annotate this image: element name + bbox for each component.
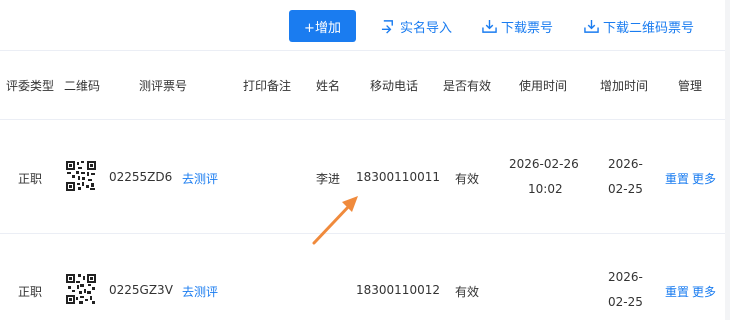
annotation-arrow-icon xyxy=(312,196,358,245)
header-judge-type: 评委类型 xyxy=(6,79,55,93)
real-name-import-button[interactable]: 实名导入 xyxy=(381,15,452,37)
ticket-number-cell: 0225GZ3V xyxy=(109,283,173,297)
judge-type-cell: 正职 xyxy=(18,172,43,186)
add-time-year: 2026- xyxy=(608,157,643,171)
header-print-remark: 打印备注 xyxy=(243,79,292,93)
header-use-time: 使用时间 xyxy=(519,79,568,93)
name-cell: 李进 xyxy=(316,172,341,186)
row-divider xyxy=(0,233,730,234)
go-evaluate-link[interactable]: 去测评 xyxy=(182,170,218,187)
more-link[interactable]: 更多 xyxy=(692,170,716,187)
download-qr-ticket-label: 下载二维码票号 xyxy=(603,20,695,36)
add-time-date: 02-25 xyxy=(608,182,643,196)
add-button[interactable]: +增加 xyxy=(289,10,356,42)
download-qr-ticket-button[interactable]: 下载二维码票号 xyxy=(584,15,694,37)
add-time-date: 02-25 xyxy=(608,295,643,309)
header-valid: 是否有效 xyxy=(443,79,492,93)
download-ticket-label: 下载票号 xyxy=(501,20,554,36)
header-divider xyxy=(0,119,730,120)
reset-link[interactable]: 重置 xyxy=(665,283,689,300)
download-icon xyxy=(482,19,497,33)
qr-code-icon[interactable] xyxy=(66,274,96,304)
mobile-cell: 18300110011 xyxy=(356,170,440,184)
valid-cell: 有效 xyxy=(455,285,480,299)
header-name: 姓名 xyxy=(316,79,341,93)
use-time-clock: 10:02 xyxy=(528,182,563,196)
reset-link[interactable]: 重置 xyxy=(665,170,689,187)
header-manage: 管理 xyxy=(678,79,703,93)
import-icon xyxy=(381,19,393,34)
valid-cell: 有效 xyxy=(455,172,480,186)
header-add-time: 增加时间 xyxy=(600,79,649,93)
real-name-import-label: 实名导入 xyxy=(400,20,453,36)
ticket-number-cell: 02255ZD6 xyxy=(109,170,173,184)
table-top-border xyxy=(0,50,730,51)
header-ticket-no: 测评票号 xyxy=(139,79,188,93)
header-mobile: 移动电话 xyxy=(370,79,419,93)
toolbar: +增加 实名导入 下载票号 下载二维码票号 xyxy=(0,0,730,50)
header-qr-code: 二维码 xyxy=(64,79,101,93)
download-icon xyxy=(584,19,599,33)
go-evaluate-link[interactable]: 去测评 xyxy=(182,283,218,300)
judge-type-cell: 正职 xyxy=(18,285,43,299)
add-time-year: 2026- xyxy=(608,270,643,284)
download-ticket-button[interactable]: 下载票号 xyxy=(482,15,553,37)
qr-code-icon[interactable] xyxy=(66,161,96,191)
scrollbar-track[interactable] xyxy=(725,0,730,320)
mobile-cell: 18300110012 xyxy=(356,283,440,297)
use-time-date: 2026-02-26 xyxy=(509,157,579,171)
more-link[interactable]: 更多 xyxy=(692,283,716,300)
